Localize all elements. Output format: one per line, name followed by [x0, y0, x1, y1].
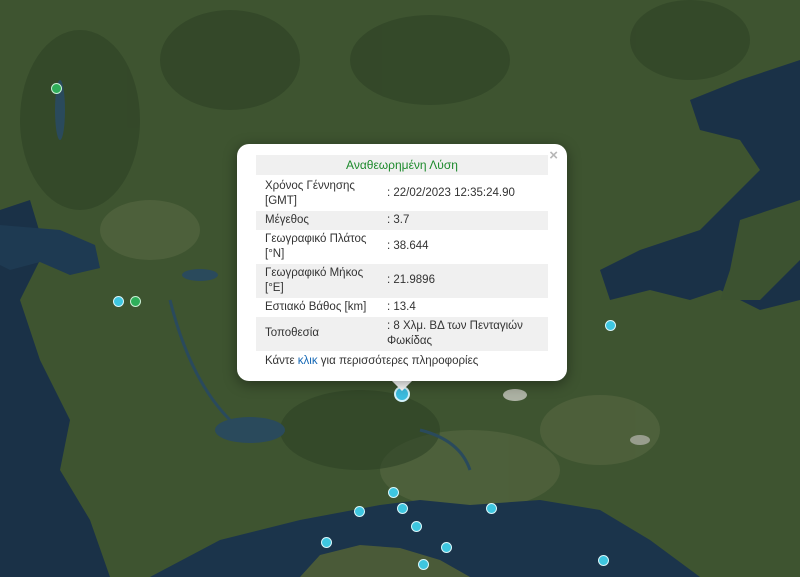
earthquake-marker[interactable]	[598, 555, 609, 566]
longitude-label: Γεωγραφικό Μήκος [°E]	[256, 264, 378, 298]
footer-text-before: Κάντε	[265, 355, 298, 367]
popup-title: Αναθεωρημένη Λύση	[256, 155, 548, 175]
depth-label: Εστιακό Βάθος [km]	[265, 301, 367, 313]
earthquake-marker[interactable]	[51, 83, 62, 94]
magnitude-value: : 3.7	[378, 211, 548, 230]
detail-row: Εστιακό Βάθος [km] : 13.4	[256, 298, 548, 317]
footer-text-after: για περισσότερες πληροφορίες	[317, 355, 479, 367]
earthquake-marker[interactable]	[130, 296, 141, 307]
latitude-value: : 38.644	[387, 240, 429, 252]
origin-time-value: : 22/02/2023 12:35:24.90	[387, 187, 515, 199]
popup-footer: Κάντε κλικ για περισσότερες πληροφορίες	[256, 351, 548, 367]
earthquake-marker[interactable]	[418, 559, 429, 570]
earthquake-marker[interactable]	[411, 521, 422, 532]
earthquake-info-popup: × Αναθεωρημένη Λύση Χρόνος Γέννησης [GMT…	[237, 144, 567, 381]
earthquake-details-table: Χρόνος Γέννησης [GMT] : 22/02/2023 12:35…	[256, 177, 548, 351]
detail-row: Χρόνος Γέννησης [GMT] : 22/02/2023 12:35…	[256, 177, 548, 211]
detail-row: Τοποθεσία : 8 Χλμ. ΒΔ των Πενταγιών Φωκί…	[256, 317, 548, 351]
popup-tip	[391, 380, 413, 391]
earthquake-marker[interactable]	[397, 503, 408, 514]
depth-value: : 13.4	[387, 301, 416, 313]
close-icon[interactable]: ×	[549, 148, 558, 164]
longitude-value: : 21.9896	[378, 264, 548, 298]
detail-row: Γεωγραφικό Μήκος [°E] : 21.9896	[256, 264, 548, 298]
magnitude-label: Μέγεθος	[256, 211, 378, 230]
latitude-label: Γεωγραφικό Πλάτος [°N]	[265, 233, 367, 260]
location-label: Τοποθεσία	[256, 317, 378, 351]
detail-row: Γεωγραφικό Πλάτος [°N] : 38.644	[256, 230, 548, 264]
detail-row: Μέγεθος : 3.7	[256, 211, 548, 230]
origin-time-label: Χρόνος Γέννησης [GMT]	[265, 180, 355, 207]
more-info-link[interactable]: κλικ	[298, 355, 318, 367]
earthquake-marker[interactable]	[605, 320, 616, 331]
earthquake-marker[interactable]	[388, 487, 399, 498]
earthquake-marker[interactable]	[113, 296, 124, 307]
earthquake-marker[interactable]	[441, 542, 452, 553]
earthquake-marker[interactable]	[354, 506, 365, 517]
earthquake-marker[interactable]	[486, 503, 497, 514]
location-value: : 8 Χλμ. ΒΔ των Πενταγιών Φωκίδας	[378, 317, 548, 351]
earthquake-marker[interactable]	[321, 537, 332, 548]
